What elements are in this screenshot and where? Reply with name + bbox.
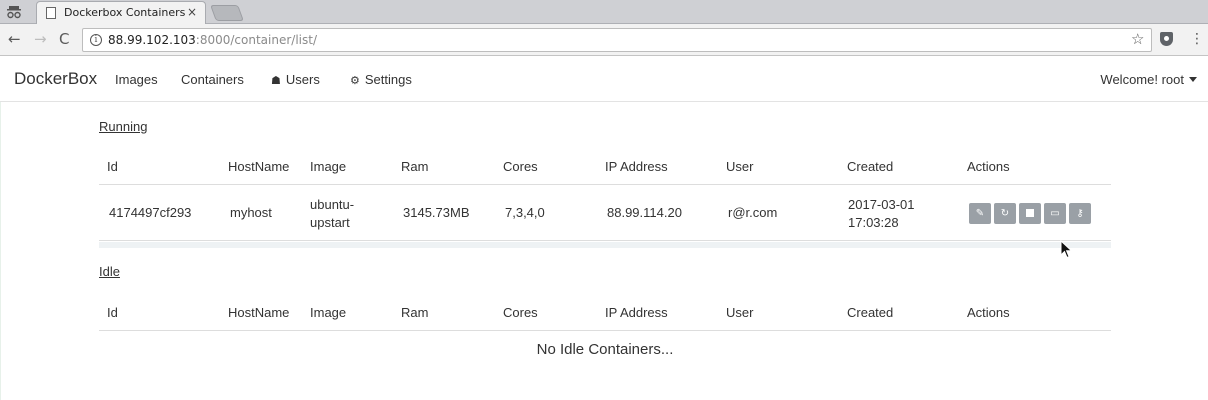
col-actions: Actions xyxy=(967,159,1010,174)
edit-icon: ✎ xyxy=(975,208,985,219)
nav-users-label: Users xyxy=(285,72,320,87)
col-created: Created xyxy=(847,159,894,174)
tab-title: Dockerbox Containers xyxy=(64,6,186,19)
col-id: Id xyxy=(107,305,118,320)
cell-image-line1: ubuntu- xyxy=(310,197,355,212)
app-navbar: DockerBox Images Containers ☗ Users ⚙ Sett… xyxy=(0,56,1208,102)
cell-user: r@r.com xyxy=(728,205,778,220)
tab-close-icon[interactable]: × xyxy=(187,5,197,19)
restart-button[interactable]: ↻ xyxy=(994,203,1016,224)
nav-settings[interactable]: ⚙ Settings xyxy=(350,72,412,87)
browser-tab-active[interactable]: Dockerbox Containers × xyxy=(36,1,206,25)
nav-containers[interactable]: Containers xyxy=(181,72,244,87)
col-id: Id xyxy=(107,159,118,174)
col-ip-address: IP Address xyxy=(605,305,668,320)
user-menu[interactable]: Welcome! root xyxy=(1100,72,1197,87)
reload-icon[interactable]: C xyxy=(59,30,69,48)
cell-created-date: 2017-03-01 xyxy=(848,197,915,212)
address-bar[interactable]: i 88.99.102.103:8000/container/list/ ☆ xyxy=(82,28,1152,52)
cell-actions: ✎ ↻ ▭ ⚷ xyxy=(969,203,1094,224)
running-section-title: Running xyxy=(99,119,148,134)
idle-table: Id HostName Image Ram Cores IP Address U… xyxy=(99,295,1111,371)
cell-id: 4174497cf293 xyxy=(109,205,192,220)
col-user: User xyxy=(726,305,754,320)
page-icon xyxy=(46,7,56,19)
key-button[interactable]: ⚷ xyxy=(1069,203,1091,224)
col-created: Created xyxy=(847,305,894,320)
cell-cores: 7,3,4,0 xyxy=(505,205,545,220)
nav-settings-label: Settings xyxy=(364,72,412,87)
cell-image-line2: upstart xyxy=(310,215,350,230)
running-table: Id HostName Image Ram Cores IP Address U… xyxy=(99,149,1111,241)
idle-table-header: Id HostName Image Ram Cores IP Address U… xyxy=(99,295,1111,331)
col-cores: Cores xyxy=(503,159,538,174)
bookmark-star-icon[interactable]: ☆ xyxy=(1131,30,1144,48)
col-ram: Ram xyxy=(401,159,429,174)
mouse-cursor-icon xyxy=(1060,240,1073,259)
section-separator xyxy=(99,242,1111,248)
nav-images[interactable]: Images xyxy=(115,72,158,87)
incognito-icon xyxy=(7,6,21,19)
col-user: User xyxy=(726,159,754,174)
left-rule xyxy=(0,102,1,400)
col-cores: Cores xyxy=(503,305,538,320)
stop-icon xyxy=(1026,209,1034,217)
col-hostname: HostName xyxy=(228,305,290,320)
settings-icon: ⚙ xyxy=(350,75,360,87)
back-icon[interactable]: ← xyxy=(8,30,21,48)
cell-created-time: 17:03:28 xyxy=(848,215,899,230)
col-ip-address: IP Address xyxy=(605,159,668,174)
edit-button[interactable]: ✎ xyxy=(969,203,991,224)
caret-down-icon xyxy=(1189,77,1197,82)
empty-state-message: No Idle Containers... xyxy=(536,341,674,358)
key-icon: ⚷ xyxy=(1076,208,1084,219)
stop-button[interactable] xyxy=(1019,203,1041,224)
url-host: 88.99.102.103 xyxy=(108,33,196,47)
col-ram: Ram xyxy=(401,305,429,320)
browser-menu-icon[interactable]: ⋮ xyxy=(1190,31,1204,47)
table-row: 4174497cf293 myhost ubuntu-upstart 3145.… xyxy=(99,185,1111,241)
cell-created: 2017-03-01 17:03:28 xyxy=(848,196,915,232)
cell-image: ubuntu-upstart xyxy=(310,196,354,232)
users-icon: ☗ xyxy=(271,75,281,87)
running-table-header: Id HostName Image Ram Cores IP Address U… xyxy=(99,149,1111,185)
col-hostname: HostName xyxy=(228,159,290,174)
col-image: Image xyxy=(310,305,347,320)
forward-icon[interactable]: → xyxy=(34,30,47,48)
idle-empty-row: No Idle Containers... xyxy=(99,331,1111,371)
idle-section-title: Idle xyxy=(99,264,120,279)
terminal-button[interactable]: ▭ xyxy=(1044,203,1066,224)
welcome-text: Welcome! root xyxy=(1100,72,1184,87)
nav-users[interactable]: ☗ Users xyxy=(271,72,320,87)
cell-hostname: myhost xyxy=(230,205,272,220)
cell-ip: 88.99.114.20 xyxy=(607,205,682,220)
browser-toolbar: ← → C i 88.99.102.103:8000/container/lis… xyxy=(0,24,1208,56)
extension-shield-icon[interactable] xyxy=(1160,32,1173,46)
url-path: :8000/container/list/ xyxy=(195,33,317,47)
new-tab-button[interactable] xyxy=(210,5,244,21)
terminal-icon: ▭ xyxy=(1050,208,1060,219)
url-text[interactable]: 88.99.102.103:8000/container/list/ xyxy=(108,33,317,47)
restart-icon: ↻ xyxy=(1000,208,1010,219)
cell-ram: 3145.73MB xyxy=(403,205,470,220)
site-info-icon[interactable]: i xyxy=(90,34,102,46)
browser-tabstrip: Dockerbox Containers × xyxy=(0,0,1208,25)
col-actions: Actions xyxy=(967,305,1010,320)
brand-logo[interactable]: DockerBox xyxy=(14,69,97,89)
col-image: Image xyxy=(310,159,347,174)
